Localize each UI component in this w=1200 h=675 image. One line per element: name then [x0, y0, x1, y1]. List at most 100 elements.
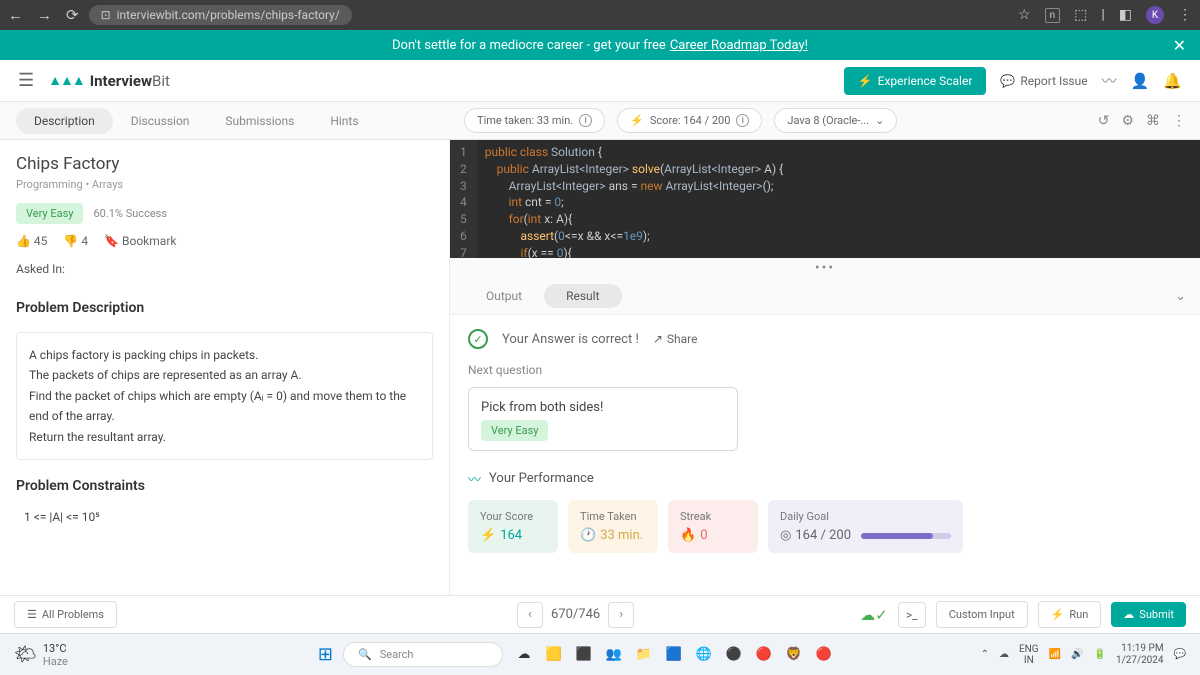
- activity-icon[interactable]: 〰: [1102, 70, 1117, 91]
- profile-avatar[interactable]: K: [1146, 6, 1164, 24]
- correct-message: Your Answer is correct !: [502, 332, 639, 347]
- wifi-icon[interactable]: 📶: [1049, 649, 1061, 660]
- bolt-icon: ⚡: [858, 74, 873, 88]
- ext-badge[interactable]: n: [1045, 8, 1061, 23]
- user-icon[interactable]: 👤: [1131, 72, 1150, 90]
- close-icon[interactable]: ✕: [1173, 36, 1186, 55]
- custom-input-button[interactable]: Custom Input: [936, 601, 1028, 628]
- weather-widget[interactable]: 🌤 13°C Haze: [14, 642, 68, 668]
- drag-handle-icon[interactable]: •••: [450, 258, 1200, 278]
- back-icon[interactable]: ←: [8, 6, 23, 24]
- windows-start-icon[interactable]: ⊞: [318, 644, 333, 665]
- taskbar-search[interactable]: 🔍 Search: [343, 642, 503, 667]
- stat-goal: Daily Goal ◎164 / 200: [768, 500, 963, 553]
- success-rate: 60.1% Success: [93, 207, 167, 220]
- info-icon[interactable]: i: [579, 114, 592, 127]
- hamburger-icon[interactable]: ☰: [18, 70, 34, 91]
- section-constraints-header: Problem Constraints: [16, 478, 433, 494]
- notification-icon[interactable]: 💬: [1174, 649, 1186, 660]
- volume-icon[interactable]: 🔊: [1071, 649, 1083, 660]
- next-question-card[interactable]: Pick from both sides! Very Easy: [468, 387, 738, 451]
- app-icon[interactable]: ⚫: [723, 644, 745, 666]
- app-icon[interactable]: ⬛: [573, 644, 595, 666]
- share-button[interactable]: ↗Share: [653, 332, 698, 346]
- time-pill: Time taken: 33 min. i: [464, 108, 605, 133]
- like-button[interactable]: 👍 45: [16, 234, 47, 248]
- more-icon[interactable]: ⋮: [1172, 113, 1186, 129]
- progress-bar: [861, 533, 951, 539]
- next-button[interactable]: ›: [608, 602, 634, 628]
- experience-scaler-button[interactable]: ⚡ Experience Scaler: [844, 67, 987, 95]
- all-problems-button[interactable]: ☰ All Problems: [14, 601, 117, 628]
- clock-icon: 🕐: [580, 528, 596, 543]
- chrome-icon[interactable]: 🔴: [753, 644, 775, 666]
- problem-description: A chips factory is packing chips in pack…: [16, 332, 433, 460]
- chat-icon: 💬: [1000, 74, 1015, 88]
- undo-icon[interactable]: ↺: [1098, 113, 1110, 129]
- list-icon: ☰: [27, 608, 37, 621]
- chevron-up-icon[interactable]: ⌃: [981, 649, 989, 660]
- puzzle-icon[interactable]: ⬚: [1074, 7, 1087, 23]
- reload-icon[interactable]: ⟳: [66, 6, 79, 24]
- url-bar[interactable]: ⊡ interviewbit.com/problems/chips-factor…: [89, 5, 352, 25]
- share-icon: ↗: [653, 332, 663, 346]
- app-icon[interactable]: 🟦: [663, 644, 685, 666]
- logo-icon: ▲▲▲: [48, 72, 84, 89]
- problem-breadcrumb: Programming • Arrays: [16, 178, 433, 191]
- report-label: Report Issue: [1020, 74, 1087, 88]
- clock[interactable]: 11:19 PM 1/27/2024: [1116, 643, 1164, 667]
- windows-taskbar: 🌤 13°C Haze ⊞ 🔍 Search ☁ 🟨 ⬛ 👥 📁 🟦 🌐 ⚫ 🔴…: [0, 633, 1200, 675]
- app-icon[interactable]: 👥: [603, 644, 625, 666]
- card-title: Pick from both sides!: [481, 400, 725, 415]
- tab-hints[interactable]: Hints: [312, 108, 376, 134]
- tab-output[interactable]: Output: [464, 284, 544, 308]
- bookmark-button[interactable]: 🔖 Bookmark: [104, 234, 176, 248]
- star-icon[interactable]: ☆: [1018, 7, 1031, 23]
- stat-streak: Streak 🔥0: [668, 500, 758, 553]
- cloud-check-icon[interactable]: ☁✓: [860, 606, 888, 624]
- terminal-icon[interactable]: >_: [898, 602, 926, 628]
- report-issue-button[interactable]: 💬 Report Issue: [1000, 74, 1087, 88]
- stat-time: Time Taken 🕐33 min.: [568, 500, 658, 553]
- tab-submissions[interactable]: Submissions: [207, 108, 312, 134]
- performance-header: Your Performance: [489, 471, 594, 486]
- language-indicator[interactable]: ENG IN: [1019, 644, 1039, 666]
- code-editor[interactable]: 12345678 public class Solution { public …: [450, 140, 1200, 258]
- site-icon: ⊡: [101, 8, 111, 22]
- app-icon[interactable]: 🔴: [813, 644, 835, 666]
- onedrive-icon[interactable]: ☁: [999, 649, 1009, 660]
- forward-icon[interactable]: →: [37, 6, 52, 24]
- tab-result[interactable]: Result: [544, 284, 621, 308]
- run-button[interactable]: ⚡ Run: [1038, 601, 1102, 628]
- promo-banner: Don't settle for a mediocre career - get…: [0, 30, 1200, 60]
- submit-button[interactable]: ☁ Submit: [1111, 602, 1186, 627]
- sidepanel-icon[interactable]: ◧: [1119, 7, 1132, 23]
- logo[interactable]: ▲▲▲ InterviewBit: [48, 72, 170, 90]
- info-icon[interactable]: i: [736, 114, 749, 127]
- section-description-header: Problem Description: [16, 300, 433, 316]
- brave-icon[interactable]: 🦁: [783, 644, 805, 666]
- tab-description[interactable]: Description: [16, 108, 113, 134]
- fire-icon: 🔥: [680, 528, 696, 543]
- app-icon[interactable]: 🌐: [693, 644, 715, 666]
- banner-link[interactable]: Career Roadmap Today!: [670, 38, 808, 53]
- prev-button[interactable]: ‹: [517, 602, 543, 628]
- banner-text: Don't settle for a mediocre career - get…: [392, 38, 666, 53]
- bell-icon[interactable]: 🔔: [1163, 72, 1182, 90]
- menu-icon[interactable]: ⋮: [1178, 7, 1192, 23]
- score-pill: ⚡ Score: 164 / 200 i: [617, 108, 762, 133]
- asked-in-label: Asked In:: [16, 262, 433, 276]
- command-icon[interactable]: ⌘: [1146, 113, 1160, 129]
- gear-icon[interactable]: ⚙: [1121, 113, 1134, 129]
- chevron-down-icon[interactable]: ⌄: [1175, 289, 1186, 304]
- stat-score: Your Score ⚡164: [468, 500, 558, 553]
- card-difficulty: Very Easy: [481, 420, 548, 441]
- dislike-button[interactable]: 👎 4: [63, 234, 88, 248]
- battery-icon[interactable]: 🔋: [1094, 649, 1106, 660]
- tab-discussion[interactable]: Discussion: [113, 108, 208, 134]
- app-icon[interactable]: 🟨: [543, 644, 565, 666]
- app-icon[interactable]: 📁: [633, 644, 655, 666]
- app-icon[interactable]: ☁: [513, 644, 535, 666]
- site-header: ☰ ▲▲▲ InterviewBit ⚡ Experience Scaler 💬…: [0, 60, 1200, 102]
- language-select[interactable]: Java 8 (Oracle-... ⌄: [774, 108, 897, 133]
